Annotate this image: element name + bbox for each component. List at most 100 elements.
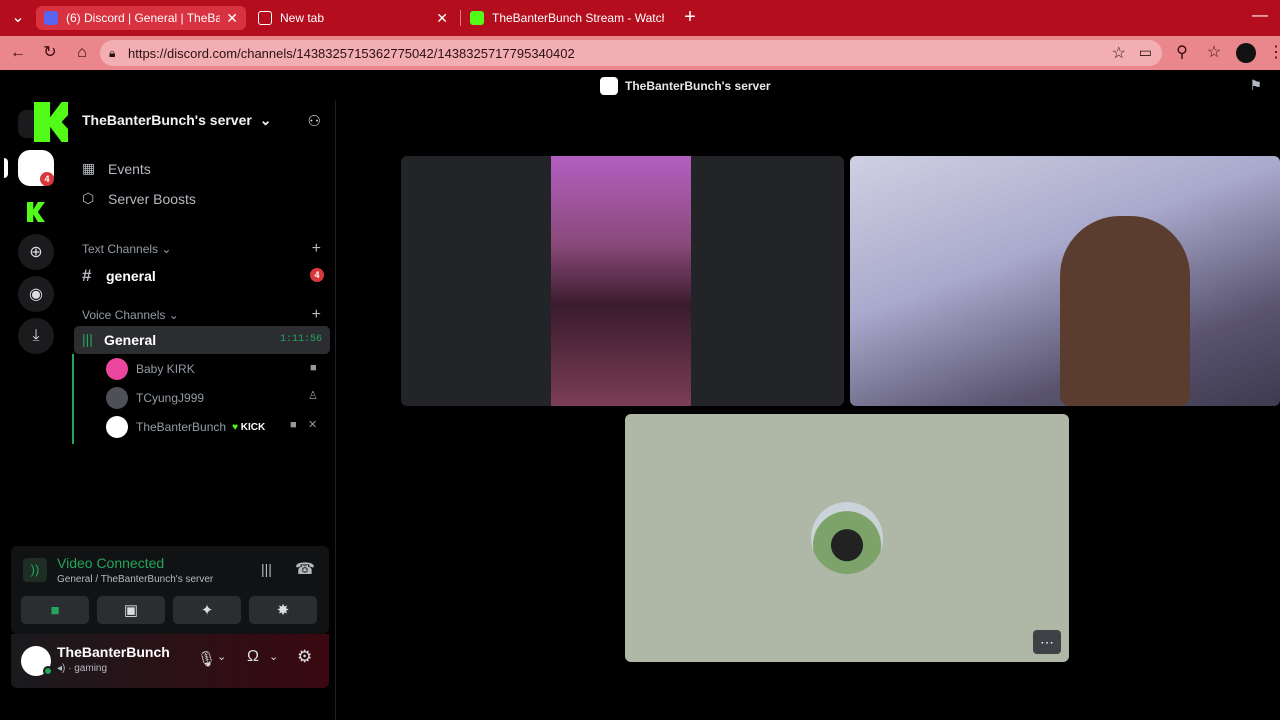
server-title: TheBanterBunch's server [600,77,771,95]
speaker-icon: ◂) [57,663,66,674]
voice-member[interactable]: TCyungJ999 [106,387,204,409]
headphones-icon[interactable]: Ω [247,648,259,666]
voice-status[interactable]: Video Connected [57,555,164,571]
signal-icon: )) [23,558,47,582]
general-mention-badge: 4 [310,268,324,282]
user-panel: TheBanterBunch ◂) · gaming 🎙︎ ⌄ Ω ⌄ ⚙ [11,634,329,688]
avatar [106,358,128,380]
tab-menu-chevron-icon[interactable]: ⌄ [8,8,28,28]
browser-tab-bar: ⌄ (6) Discord | General | TheBanterBunch… [0,0,1280,36]
reload-icon[interactable]: ↻ [40,43,60,63]
favorite-star-icon[interactable]: ☆ [1112,43,1126,63]
tab-kick[interactable]: TheBanterBunch Stream - Watch Live on Ki… [462,6,672,30]
menu-events[interactable]: ▦ Events [82,160,151,177]
avatar [106,416,128,438]
lock-icon: 🔒︎ [109,46,116,60]
channel-general-voice-label: General [104,332,157,348]
selected-server-pill [4,158,8,178]
tab-new[interactable]: New tab ✕ [250,6,456,30]
server-header[interactable]: TheBanterBunch's server ⌄ [82,112,271,129]
voice-member[interactable]: TheBanterBunch ♥ KICK [106,416,265,438]
camera-button[interactable]: ■ [21,596,89,624]
category-text-channels[interactable]: Text Channels ⌄ [82,242,171,256]
voice-location[interactable]: General / TheBanterBunch's server [57,574,213,585]
discover-compass-icon[interactable]: ◉ [18,276,54,312]
favorites-icon[interactable]: ☆ [1204,43,1224,63]
activities-button[interactable]: ✦ [173,596,241,624]
user-status-text: gaming [74,663,108,674]
server-icon [600,77,618,95]
member-name: Baby KIRK [136,362,195,376]
kick-logo-icon [27,202,45,222]
settings-gear-icon[interactable]: ⚙ [297,647,312,667]
disconnect-phone-icon[interactable]: ☎ [295,559,315,579]
channel-general-text[interactable]: # general [82,266,156,286]
video-camera-icon: ■ [290,419,297,431]
invite-user-icon[interactable]: ⚇ [308,112,321,130]
video-tile-user-3[interactable]: ⋯ [625,414,1069,662]
video-camera-icon: ■ [310,362,317,374]
soundboard-button[interactable]: ✸ [249,596,317,624]
server-title-text: TheBanterBunch's server [625,79,771,93]
server-mention-badge: 4 [40,172,54,186]
chevron-down-icon[interactable]: ⌄ [269,650,278,663]
video-tile-user-1[interactable] [401,156,844,406]
screen: ⌄ (6) Discord | General | TheBanterBunch… [0,0,1280,720]
video-tile-user-2[interactable] [850,156,1280,406]
profile-avatar[interactable] [1236,43,1256,63]
flag-icon[interactable]: ⚑ [1249,77,1262,94]
back-arrow-icon[interactable]: ← [8,43,28,63]
close-icon[interactable]: ✕ [226,10,238,27]
discord-title-bar: TheBanterBunch's server ⚑ [4,72,1280,100]
member-name: TCyungJ999 [136,391,205,405]
newtab-favicon-icon [258,11,272,25]
address-bar[interactable]: 🔒︎ https://discord.com/channels/14383257… [100,40,1162,66]
video-feed [1060,216,1190,406]
microphone-icon[interactable]: 🎙︎ [197,650,216,668]
create-text-channel-plus-icon[interactable]: + [312,240,321,258]
browser-toolbar: ← ↻ ⌂ 🔒︎ https://discord.com/channels/14… [0,36,1280,70]
member-name: TheBanterBunch [136,420,227,434]
server-name-text: TheBanterBunch's server [82,112,252,128]
voice-member[interactable]: Baby KIRK [106,358,195,380]
menu-events-label: Events [108,160,151,177]
camera-permission-icon[interactable]: ▭ [1139,44,1152,61]
calendar-icon: ▦ [82,160,96,176]
extensions-icon[interactable]: ⚲ [1172,43,1192,63]
voice-connected-panel: )) Video Connected General / TheBanterBu… [11,546,329,634]
tab-discord[interactable]: (6) Discord | General | TheBanterBunch's… [36,6,246,30]
category-voice-channels[interactable]: Voice Channels ⌄ [82,308,179,322]
home-icon[interactable]: ⌂ [72,43,92,63]
hash-icon: # [82,266,92,285]
playstation-icon: ♙ [308,390,318,402]
add-server-plus-icon[interactable]: ⊕ [18,234,54,270]
kick-tag-text: KICK [240,421,266,433]
chevron-down-icon: ⌄ [259,112,272,128]
close-icon[interactable]: ✕ [436,10,448,27]
menu-boosts-label: Server Boosts [108,190,196,207]
tab-title: New tab [280,11,325,25]
avatar [106,387,128,409]
menu-server-boosts[interactable]: ⬡ Server Boosts [82,190,196,207]
tab-separator [460,10,461,26]
minimize-icon[interactable]: — [1250,6,1270,26]
category-text-label: Text Channels [82,242,159,256]
kick-tag: ♥ KICK [232,422,265,433]
more-menu-icon[interactable]: ⋮ [1266,43,1280,63]
username: TheBanterBunch [57,644,170,660]
channel-general-voice[interactable]: ||| General 1:11:56 [74,326,330,354]
new-tab-plus-icon[interactable]: + [680,7,700,27]
tab-title: (6) Discord | General | TheBanterBunch's… [66,11,221,25]
screen-share-button[interactable]: ▣ [97,596,165,624]
chevron-down-icon[interactable]: ⌄ [217,650,226,663]
online-status-dot [43,666,53,676]
more-options-icon[interactable]: ⋯ [1033,630,1061,654]
user-status: ◂) · gaming [57,663,108,674]
noise-suppression-icon[interactable]: ||| [261,561,272,577]
boost-gem-icon: ⬡ [82,190,95,206]
create-voice-channel-plus-icon[interactable]: + [312,306,321,324]
voice-connected-line [72,354,74,444]
download-icon[interactable]: ⤓ [18,318,54,354]
server-kick-icon[interactable] [18,194,54,230]
heart-icon: ♥ [232,421,238,433]
